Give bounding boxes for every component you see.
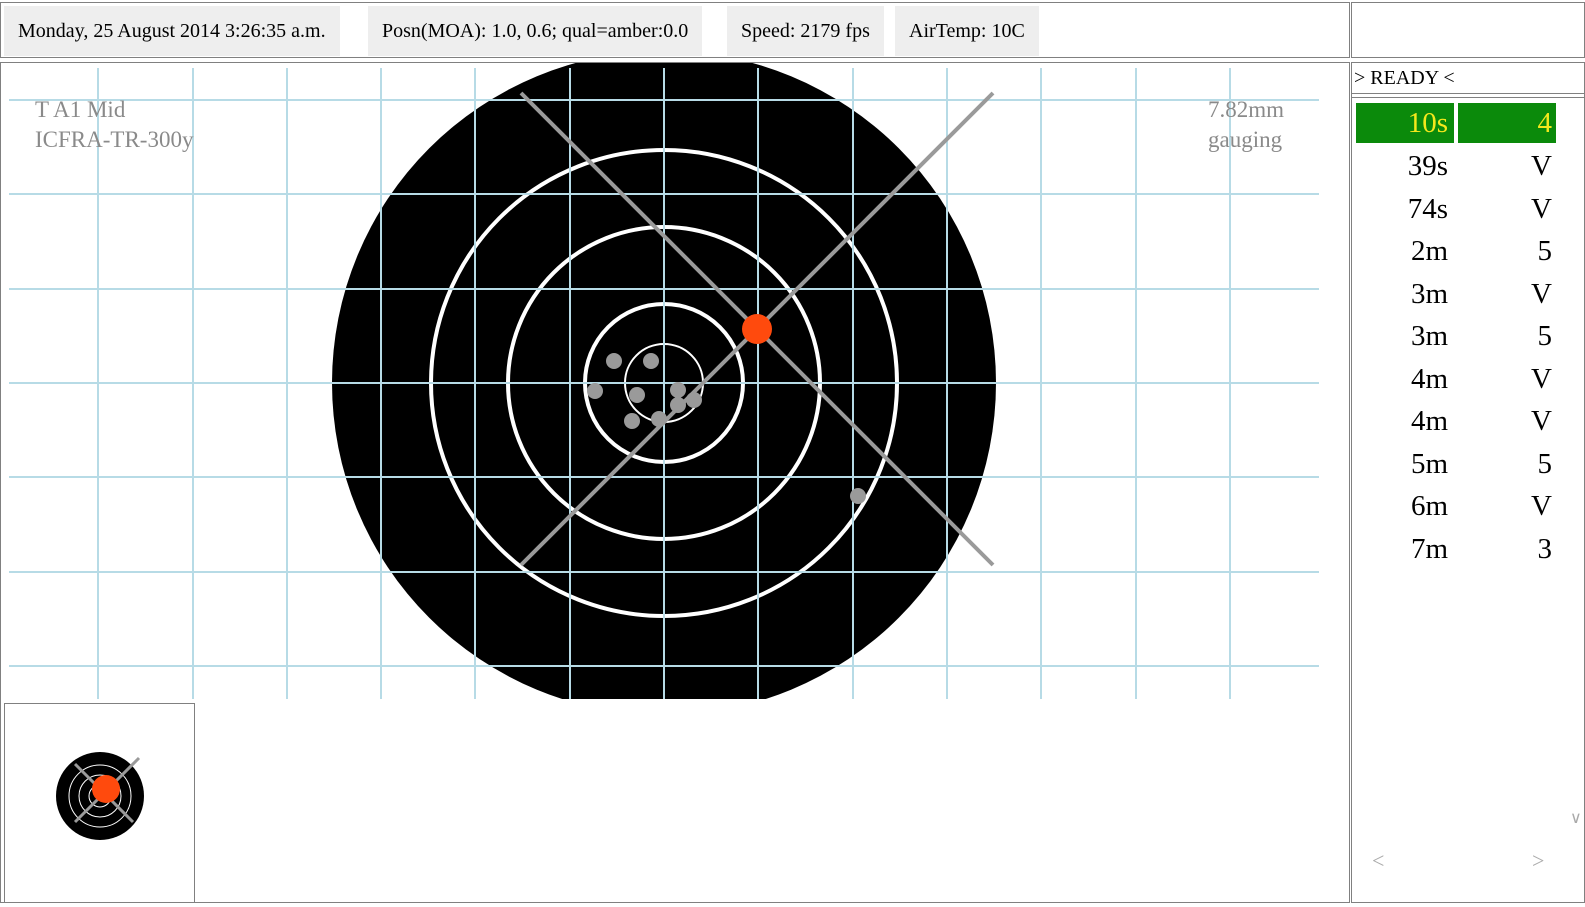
datetime-label: Monday, 25 August 2014 3:26:35 a.m. xyxy=(4,6,340,56)
speed-label: Speed: 2179 fps xyxy=(727,6,884,56)
thumbnail-target-icon xyxy=(56,752,144,840)
latest-shot-marker xyxy=(742,314,772,344)
calibre-line2: gauging xyxy=(1208,127,1283,152)
scroll-right-arrow[interactable]: > xyxy=(1532,848,1544,874)
shot-score: 3 xyxy=(1537,533,1553,565)
scroll-down-arrow[interactable]: ∨ xyxy=(1570,808,1582,828)
shot-time: 10s xyxy=(1356,103,1454,143)
air-temp-label: AirTemp: 10C xyxy=(895,6,1039,56)
shot-row[interactable]: 7m 3 xyxy=(1356,529,1556,569)
shot-marker xyxy=(587,383,603,399)
grid-lines xyxy=(9,68,1319,699)
shot-list-panel: > READY < 10s 4 39s V 74s V 2m 5 3m V 3m… xyxy=(1351,62,1585,903)
shot-marker xyxy=(606,353,622,369)
shot-row[interactable]: 39s V xyxy=(1356,146,1556,186)
shot-row[interactable]: 3m V xyxy=(1356,274,1556,314)
shot-row[interactable]: 10s 4 xyxy=(1356,103,1556,143)
calibre-line1: 7.82mm xyxy=(1208,97,1285,122)
shot-marker xyxy=(624,413,640,429)
ready-status: > READY < xyxy=(1354,67,1455,89)
shot-time: 3m xyxy=(1410,320,1448,352)
shot-row[interactable]: 2m 5 xyxy=(1356,231,1556,271)
calibre-info: 7.82mm gauging xyxy=(1208,95,1284,155)
status-bar: Monday, 25 August 2014 3:26:35 a.m. Posn… xyxy=(0,2,1350,58)
shot-score: 5 xyxy=(1537,235,1553,267)
shot-time: 74s xyxy=(1407,193,1448,225)
shot-time: 39s xyxy=(1407,150,1448,182)
shot-score: V xyxy=(1531,490,1552,522)
shot-time: 3m xyxy=(1410,278,1448,310)
target-plot[interactable] xyxy=(1,63,1349,703)
shot-marker xyxy=(670,397,686,413)
status-bar-right xyxy=(1351,2,1585,58)
shot-row[interactable]: 4m V xyxy=(1356,401,1556,441)
shot-marker xyxy=(686,392,702,408)
shot-score: V xyxy=(1531,405,1552,437)
shot-row[interactable]: 6m V xyxy=(1356,486,1556,526)
divider xyxy=(1352,97,1584,98)
position-label: Posn(MOA): 1.0, 0.6; qual=amber:0.0 xyxy=(368,6,703,56)
shot-row[interactable]: 4m V xyxy=(1356,359,1556,399)
shot-score: 5 xyxy=(1537,320,1553,352)
shot-marker xyxy=(629,387,645,403)
shot-marker xyxy=(643,353,659,369)
target-name: T A1 Mid ICFRA-TR-300y xyxy=(35,95,193,155)
shot-time: 5m xyxy=(1410,448,1448,480)
target-name-line2: ICFRA-TR-300y xyxy=(35,127,194,152)
shot-row[interactable]: 3m 5 xyxy=(1356,316,1556,356)
shot-marker xyxy=(651,411,667,427)
shot-score: V xyxy=(1531,278,1552,310)
shot-time: 6m xyxy=(1410,490,1448,522)
shot-marker xyxy=(850,488,866,504)
shot-time: 7m xyxy=(1410,533,1448,565)
shot-row[interactable]: 74s V xyxy=(1356,189,1556,229)
shot-time: 2m xyxy=(1410,235,1448,267)
shot-score: V xyxy=(1531,150,1552,182)
shot-score: V xyxy=(1531,193,1552,225)
divider xyxy=(1352,93,1584,94)
shot-time: 4m xyxy=(1410,363,1448,395)
shot-score: 5 xyxy=(1537,448,1553,480)
target-thumbnail[interactable] xyxy=(4,703,195,903)
target-view[interactable]: T A1 Mid ICFRA-TR-300y 7.82mm gauging xyxy=(0,62,1350,903)
target-name-line1: T A1 Mid xyxy=(35,97,126,122)
shot-score: V xyxy=(1531,363,1552,395)
scroll-left-arrow[interactable]: < xyxy=(1372,848,1384,874)
shot-score: 4 xyxy=(1458,103,1556,143)
shot-marker xyxy=(670,382,686,398)
shot-time: 4m xyxy=(1410,405,1448,437)
shot-row[interactable]: 5m 5 xyxy=(1356,444,1556,484)
